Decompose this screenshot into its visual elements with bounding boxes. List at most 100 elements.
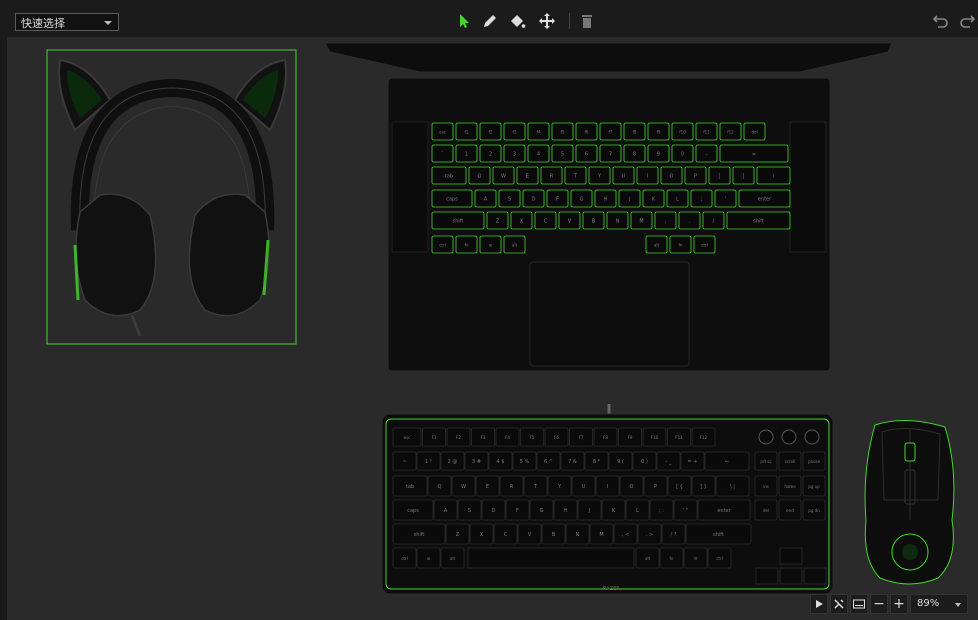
- key-ctrl[interactable]: ctrl: [431, 235, 454, 254]
- key-1[interactable]: 1 !: [416, 451, 441, 471]
- key-a[interactable]: A: [433, 499, 458, 521]
- key-g[interactable]: G: [529, 499, 554, 521]
- key-f12[interactable]: f12: [719, 122, 742, 141]
- key-[interactable]: . >: [637, 523, 662, 545]
- key-y[interactable]: Y: [588, 166, 611, 185]
- key-k[interactable]: K: [642, 189, 665, 208]
- key-f9[interactable]: f9: [647, 122, 670, 141]
- key-a[interactable]: A: [474, 189, 497, 208]
- key-g[interactable]: G: [570, 189, 593, 208]
- key-j[interactable]: J: [577, 499, 602, 521]
- disable-effects-button[interactable]: [830, 594, 848, 614]
- key-n[interactable]: N: [606, 211, 629, 230]
- key-c[interactable]: C: [534, 211, 557, 230]
- key-pgdn[interactable]: pg dn: [802, 499, 826, 521]
- key-[interactable]: ⊞: [416, 547, 441, 569]
- key-2[interactable]: 2 @: [440, 451, 465, 471]
- key-4[interactable]: 4 $: [488, 451, 513, 471]
- key-f7[interactable]: f7: [599, 122, 622, 141]
- key-f10[interactable]: F10: [642, 427, 667, 447]
- key-k[interactable]: K: [601, 499, 626, 521]
- key-f1[interactable]: F1: [422, 427, 446, 447]
- key-alt[interactable]: alt: [440, 547, 465, 569]
- key-3[interactable]: 3 #: [464, 451, 489, 471]
- key-6[interactable]: 6: [575, 144, 598, 163]
- key-i[interactable]: I: [636, 166, 659, 185]
- key-f6[interactable]: f6: [575, 122, 598, 141]
- key-[interactable]: , <: [613, 523, 638, 545]
- key-f1[interactable]: f1: [455, 122, 478, 141]
- key-caps[interactable]: caps: [431, 189, 473, 208]
- key-[interactable]: \ |: [715, 475, 750, 497]
- key-alt[interactable]: alt: [645, 235, 668, 254]
- key-f11[interactable]: F11: [667, 427, 691, 447]
- key-shift[interactable]: shift: [726, 211, 791, 230]
- key-9[interactable]: 9: [647, 144, 670, 163]
- key-shift[interactable]: shift: [392, 523, 446, 545]
- key-f2[interactable]: f2: [479, 122, 502, 141]
- key-[interactable]: -: [695, 144, 718, 163]
- key-x[interactable]: X: [469, 523, 494, 545]
- key-[interactable]: ] }: [691, 475, 716, 497]
- key-prtsc[interactable]: prt sc: [754, 451, 778, 471]
- key-del[interactable]: del: [743, 122, 766, 141]
- key-[interactable]: .: [678, 211, 701, 230]
- key-space[interactable]: [467, 547, 635, 569]
- key-fn[interactable]: fn: [455, 235, 478, 254]
- key-o[interactable]: O: [619, 475, 644, 497]
- zoom-in-button[interactable]: +: [890, 594, 908, 614]
- key-pause[interactable]: pause: [802, 451, 826, 471]
- key-[interactable]: [: [708, 166, 731, 185]
- key-u[interactable]: U: [612, 166, 635, 185]
- play-button[interactable]: [810, 594, 828, 614]
- key-8[interactable]: 8: [623, 144, 646, 163]
- key-[interactable]: - _: [656, 451, 681, 471]
- key-del[interactable]: del: [754, 499, 778, 521]
- key-f5[interactable]: f5: [551, 122, 574, 141]
- key-[interactable]: ' ": [673, 499, 698, 521]
- key-8[interactable]: 8 *: [584, 451, 609, 471]
- key-u[interactable]: U: [571, 475, 596, 497]
- headset-device[interactable]: [58, 58, 287, 337]
- key-f8[interactable]: f8: [623, 122, 646, 141]
- key-m[interactable]: M: [589, 523, 614, 545]
- key-[interactable]: ,: [654, 211, 677, 230]
- key-[interactable]: ☰: [683, 547, 708, 569]
- key-3[interactable]: 3: [503, 144, 526, 163]
- key-f6[interactable]: F6: [544, 427, 569, 447]
- key-5[interactable]: 5 %: [512, 451, 537, 471]
- key-[interactable]: ]: [732, 166, 755, 185]
- key-f[interactable]: F: [505, 499, 530, 521]
- media-play-icon[interactable]: [758, 429, 774, 445]
- key-d[interactable]: D: [481, 499, 506, 521]
- key-b[interactable]: B: [541, 523, 566, 545]
- key-[interactable]: =: [719, 144, 789, 163]
- key-w[interactable]: W: [492, 166, 515, 185]
- key-[interactable]: ': [714, 189, 737, 208]
- key-alt[interactable]: alt: [635, 547, 660, 569]
- key-z[interactable]: Z: [486, 211, 509, 230]
- key-[interactable]: ;: [690, 189, 713, 208]
- key-y[interactable]: Y: [547, 475, 572, 497]
- key-f3[interactable]: f3: [503, 122, 526, 141]
- key-0[interactable]: 0 ): [632, 451, 657, 471]
- media-next-icon[interactable]: [804, 429, 820, 445]
- key-f12[interactable]: F12: [691, 427, 716, 447]
- key-h[interactable]: H: [553, 499, 578, 521]
- arrow-up-key[interactable]: [779, 547, 803, 565]
- key-end[interactable]: end: [778, 499, 802, 521]
- key-t[interactable]: T: [564, 166, 587, 185]
- key-shift[interactable]: shift: [685, 523, 752, 545]
- key-j[interactable]: J: [618, 189, 641, 208]
- key-7[interactable]: 7 &: [560, 451, 585, 471]
- key-ins[interactable]: ins: [754, 475, 778, 497]
- key-f7[interactable]: F7: [569, 427, 593, 447]
- arrow-left-key[interactable]: [755, 567, 779, 585]
- key-v[interactable]: V: [517, 523, 542, 545]
- key-d[interactable]: D: [522, 189, 545, 208]
- key-ctrl[interactable]: ctrl: [693, 235, 716, 254]
- key-i[interactable]: I: [595, 475, 620, 497]
- key-[interactable]: [ {: [667, 475, 692, 497]
- key-s[interactable]: S: [457, 499, 482, 521]
- key-[interactable]: `: [431, 144, 454, 163]
